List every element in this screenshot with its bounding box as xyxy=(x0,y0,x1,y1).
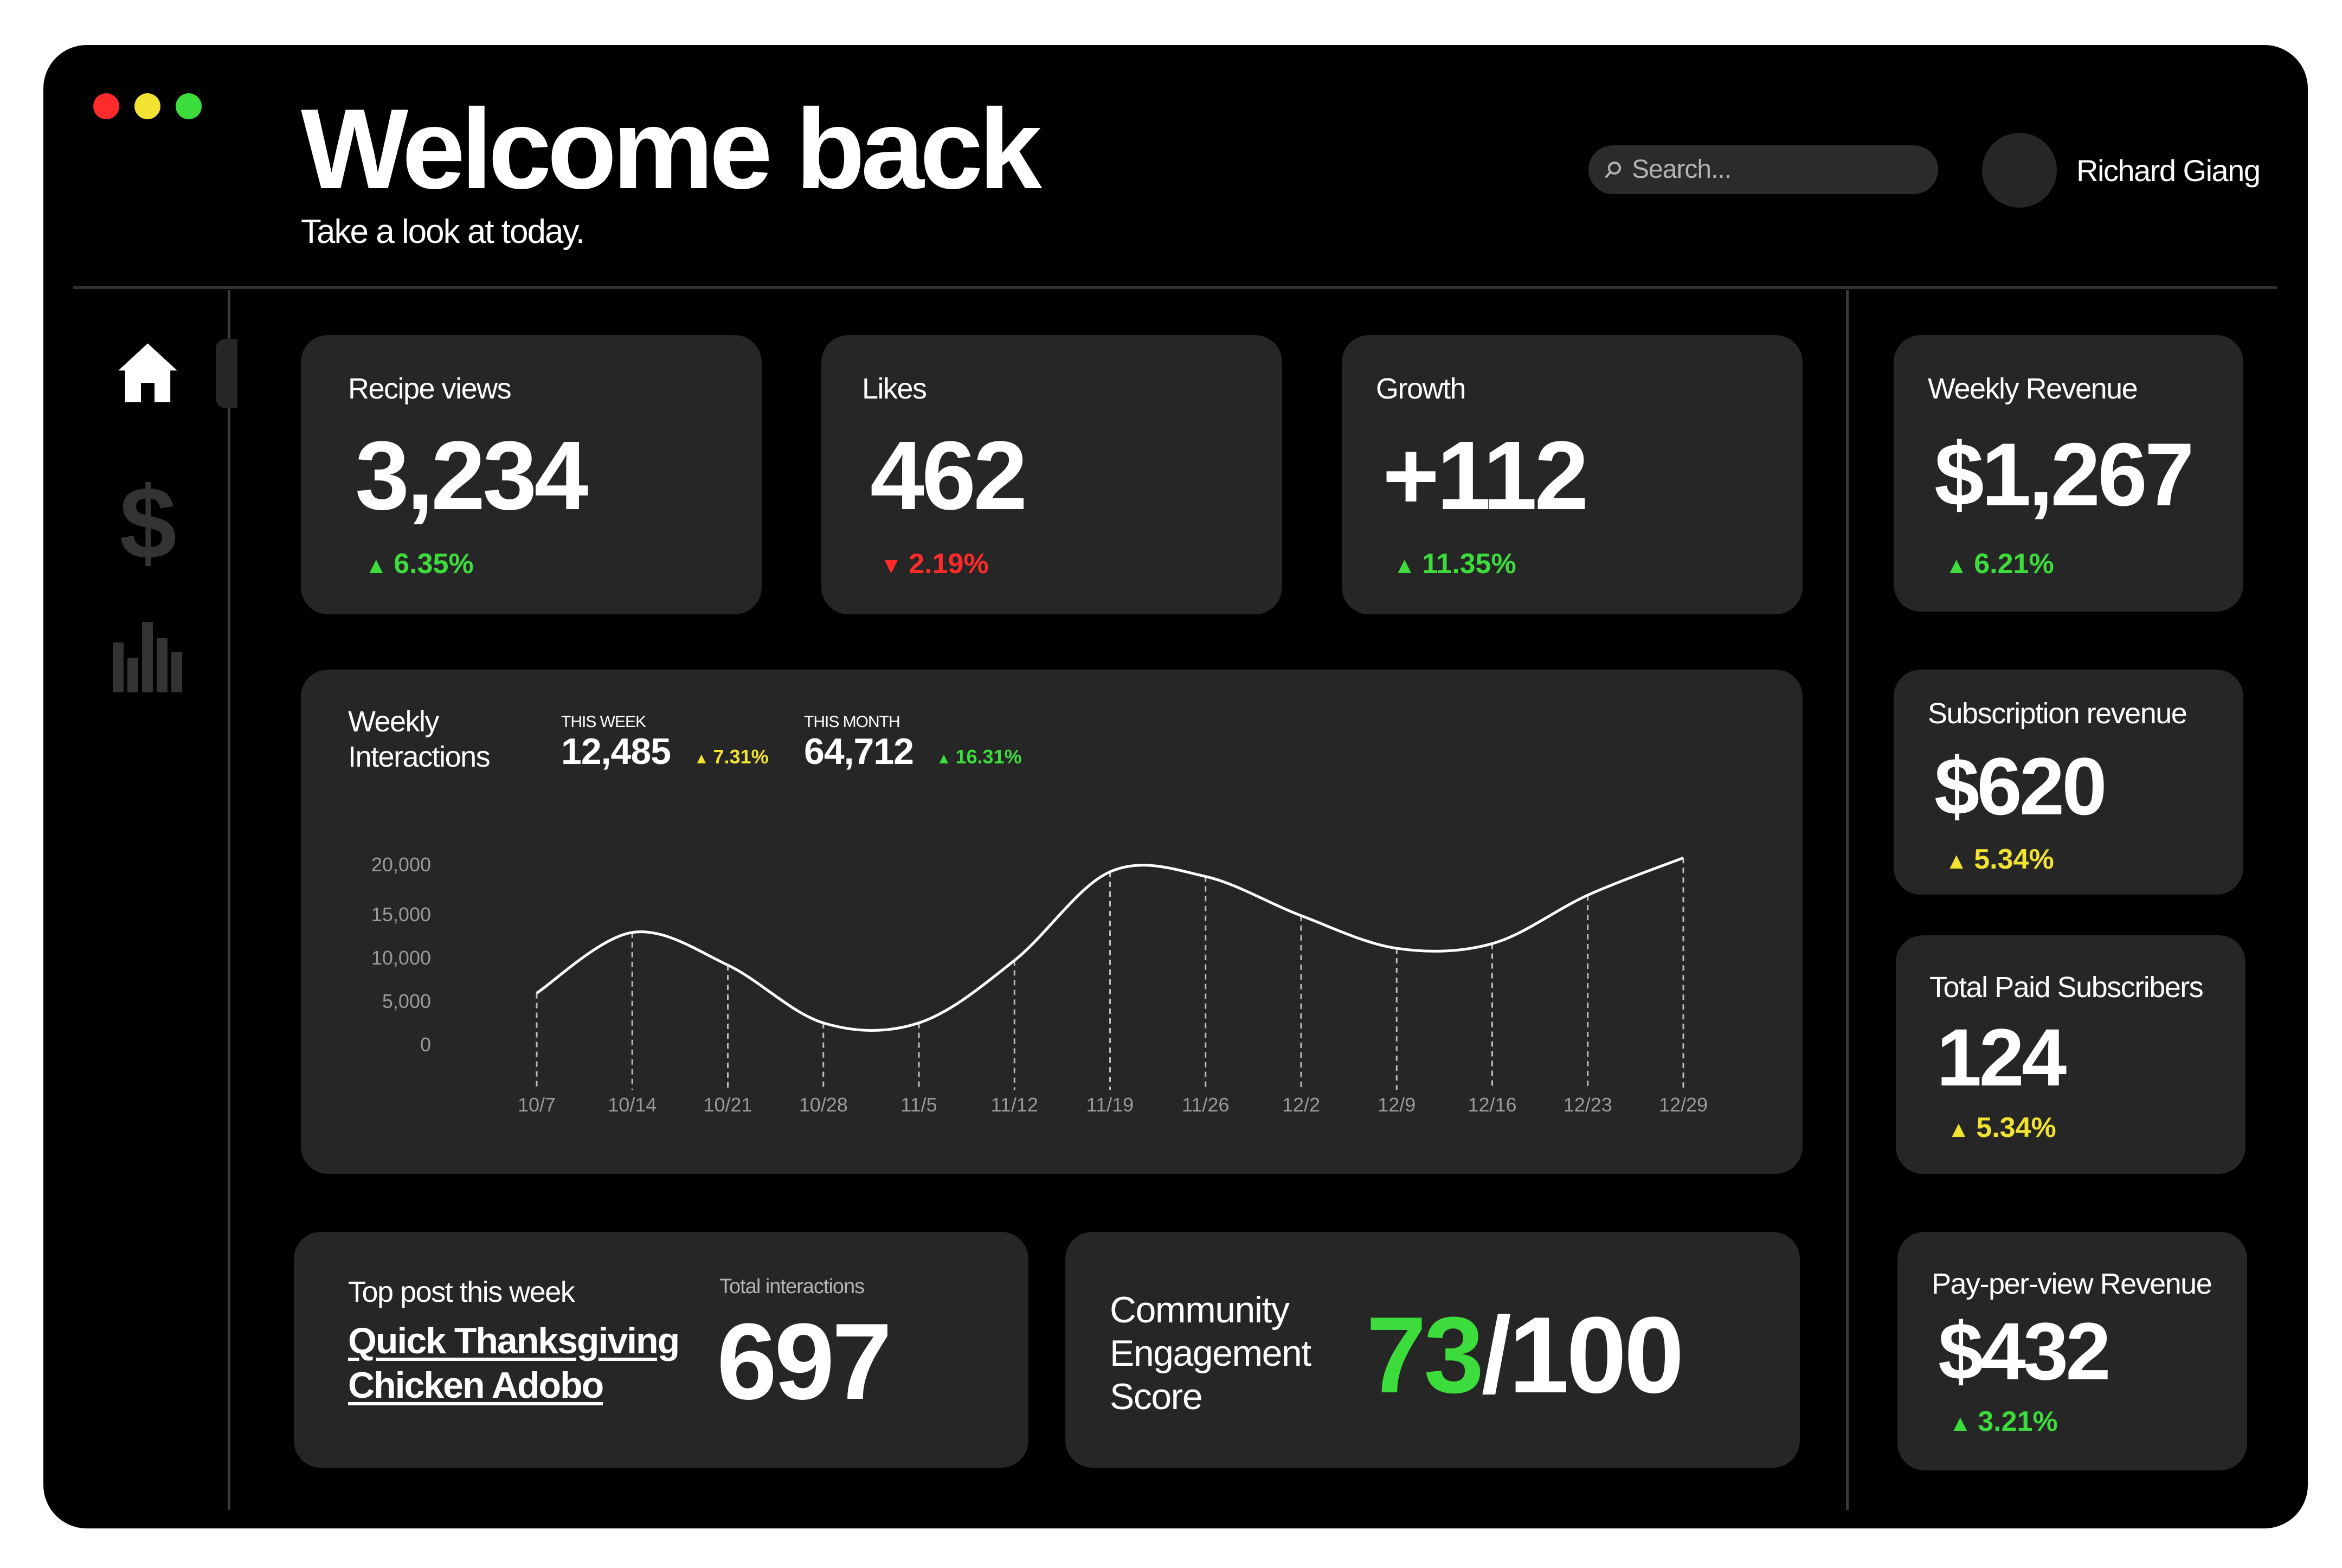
engagement-score-card: Community Engagement Score 73/100 xyxy=(1065,1232,1800,1468)
avatar[interactable] xyxy=(1982,133,2057,208)
revenue-value: 124 xyxy=(1936,1012,2067,1103)
minimize-window-button[interactable] xyxy=(134,93,160,119)
y-tick-label: 15,000 xyxy=(371,903,431,926)
stat-card-growth[interactable]: Growth +112 ▲ 11.35% xyxy=(1342,335,1803,614)
svg-text:$: $ xyxy=(119,477,177,569)
interactions-line-chart: 20,000 15,000 10,000 5,000 0 10/7 10/14 10/21 10… xyxy=(371,853,1708,1116)
stat-card-recipe-views[interactable]: Recipe views 3,234 ▲ 6.35% xyxy=(301,335,762,614)
engagement-score-total: /100 xyxy=(1481,1295,1684,1416)
y-tick-label: 10,000 xyxy=(371,947,431,969)
stat-value: +112 xyxy=(1382,421,1589,530)
triangle-down-icon: ▼ xyxy=(880,552,909,578)
bar-chart-icon xyxy=(113,622,182,692)
x-tick-label: 12/2 xyxy=(1282,1094,1320,1116)
stat-delta: ▲ 11.35% xyxy=(1393,548,1516,580)
triangle-up-icon: ▲ xyxy=(365,552,394,578)
engagement-score-value: 73 xyxy=(1366,1295,1484,1416)
triangle-up-icon: ▲ xyxy=(1949,1410,1978,1436)
engagement-label-line2: Engagement xyxy=(1110,1333,1311,1374)
top-post-card[interactable]: Top post this week Quick Thanksgiving Ch… xyxy=(294,1232,1028,1468)
page-title: Welcome back xyxy=(301,85,1042,213)
triangle-up-icon: ▲ xyxy=(1945,552,1974,578)
engagement-label-line3: Score xyxy=(1110,1376,1203,1417)
pay-per-view-card[interactable]: Pay-per-view Revenue $432 ▲ 3.21% xyxy=(1897,1232,2247,1470)
stat-label: Likes xyxy=(862,372,927,405)
revenue-label: Pay-per-view Revenue xyxy=(1932,1268,2212,1300)
y-tick-label: 20,000 xyxy=(371,853,431,876)
engagement-score: 73/100 xyxy=(1366,1301,1684,1410)
revenue-value: $432 xyxy=(1938,1306,2111,1397)
x-tick-label: 12/29 xyxy=(1659,1094,1708,1116)
search-icon xyxy=(1605,162,1621,178)
x-tick-label: 11/12 xyxy=(991,1094,1038,1116)
home-icon xyxy=(118,343,177,402)
paid-subscribers-card[interactable]: Total Paid Subscribers 124 ▲ 5.34% xyxy=(1896,935,2246,1174)
stat-value: 462 xyxy=(870,421,1027,530)
revenue-value: $620 xyxy=(1934,741,2107,832)
sidebar-item-analytics[interactable] xyxy=(111,621,184,694)
active-nav-indicator xyxy=(216,339,237,408)
subscription-revenue-card[interactable]: Subscription revenue $620 ▲ 5.34% xyxy=(1894,670,2243,895)
stat-delta: ▼ 2.19% xyxy=(880,548,989,580)
revenue-label: Weekly Revenue xyxy=(1928,372,2138,405)
x-tick-label: 12/16 xyxy=(1468,1094,1516,1116)
x-tick-label: 10/14 xyxy=(608,1094,657,1116)
x-tick-label: 11/26 xyxy=(1182,1094,1229,1116)
y-tick-label: 5,000 xyxy=(382,990,431,1012)
sidebar-item-home[interactable] xyxy=(114,339,182,407)
x-tick-label: 10/28 xyxy=(799,1094,848,1116)
triangle-up-icon: ▲ xyxy=(1945,848,1974,873)
page-subtitle: Take a look at today. xyxy=(301,213,585,250)
stat-card-likes[interactable]: Likes 462 ▼ 2.19% xyxy=(821,335,1282,614)
x-tick-label: 10/21 xyxy=(703,1094,752,1116)
top-post-title-line2[interactable]: Chicken Adobo xyxy=(348,1364,604,1406)
weekly-interactions-card: Weekly Interactions THIS WEEK 12,485 ▲ 7… xyxy=(301,670,1803,1174)
revenue-value: $1,267 xyxy=(1934,425,2195,524)
search-placeholder: Search... xyxy=(1632,155,1732,184)
total-interactions-value: 697 xyxy=(717,1301,892,1422)
stat-label: Recipe views xyxy=(348,372,512,405)
revenue-label: Subscription revenue xyxy=(1928,697,2187,730)
triangle-up-icon: ▲ xyxy=(1947,1116,1977,1142)
header-divider xyxy=(73,286,2277,289)
sidebar-item-revenue[interactable]: $ xyxy=(118,466,178,581)
x-tick-label: 11/19 xyxy=(1086,1094,1134,1116)
x-tick-label: 10/7 xyxy=(518,1094,556,1116)
close-window-button[interactable] xyxy=(93,93,119,119)
stat-value: 3,234 xyxy=(355,421,588,530)
total-interactions-label: Total interactions xyxy=(719,1275,865,1298)
triangle-up-icon: ▲ xyxy=(1393,552,1423,578)
revenue-delta: ▲ 5.34% xyxy=(1945,844,2054,875)
stat-label: Growth xyxy=(1376,372,1466,405)
right-column-divider xyxy=(1846,290,1849,1510)
search-input[interactable]: Search... xyxy=(1588,145,1938,194)
maximize-window-button[interactable] xyxy=(176,93,202,119)
top-post-label: Top post this week xyxy=(348,1276,575,1308)
stat-delta: ▲ 6.35% xyxy=(365,548,474,580)
engagement-label-line1: Community xyxy=(1110,1289,1290,1331)
top-post-title-line1[interactable]: Quick Thanksgiving xyxy=(348,1320,680,1362)
revenue-delta: ▲ 6.21% xyxy=(1945,548,2054,580)
sidebar-divider xyxy=(228,290,230,1510)
y-tick-label: 0 xyxy=(420,1033,431,1056)
revenue-delta: ▲ 3.21% xyxy=(1949,1406,2058,1437)
weekly-revenue-card[interactable]: Weekly Revenue $1,267 ▲ 6.21% xyxy=(1894,335,2243,612)
user-name[interactable]: Richard Giang xyxy=(2076,153,2261,188)
x-tick-label: 12/23 xyxy=(1564,1094,1612,1116)
revenue-delta: ▲ 5.34% xyxy=(1947,1112,2056,1143)
x-tick-label: 11/5 xyxy=(900,1094,937,1116)
revenue-label: Total Paid Subscribers xyxy=(1929,971,2204,1004)
x-tick-label: 12/9 xyxy=(1378,1094,1416,1116)
dollar-icon: $ xyxy=(119,466,177,581)
